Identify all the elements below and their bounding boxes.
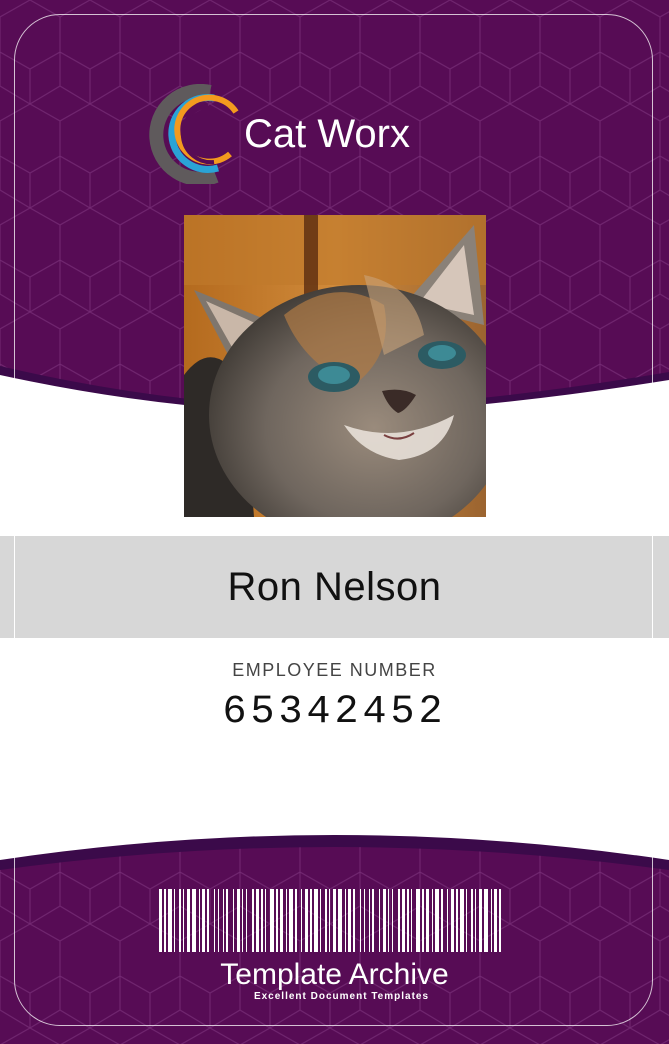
employee-number: 65342452 — [222, 690, 447, 735]
barcode-bar — [369, 889, 370, 952]
barcode-bar — [364, 889, 365, 952]
barcode-bar — [471, 889, 473, 952]
company-name: Cat Worx — [244, 112, 410, 156]
barcode-bar — [475, 889, 476, 952]
employee-number-label: EMPLOYEE NUMBER — [232, 660, 437, 680]
barcode-bar — [164, 889, 166, 952]
barcode-bar — [242, 889, 243, 952]
barcode-bar — [314, 889, 318, 952]
barcode-bar — [345, 889, 346, 952]
barcode-bar — [286, 889, 287, 952]
barcode-bar — [252, 889, 254, 952]
barcode-bar — [280, 889, 283, 952]
barcode-bar — [372, 889, 374, 952]
barcode-bar — [441, 889, 443, 952]
barcode-bar — [329, 889, 330, 952]
barcode-bar — [276, 889, 278, 952]
id-badge: Cat Worx Ron Nelson EMPLOYEE NUMBER 6534… — [0, 0, 669, 1044]
barcode-bar — [179, 889, 181, 952]
barcode-bar — [174, 889, 175, 952]
name-bar-divider-left — [14, 536, 15, 638]
barcode-bar — [199, 889, 200, 952]
barcode-bar — [411, 889, 412, 952]
barcode-bar — [237, 889, 240, 952]
barcode-bar — [388, 889, 389, 952]
barcode-bar — [392, 889, 393, 952]
cat-worx-logo-icon — [149, 84, 239, 184]
barcode-bar — [223, 889, 224, 952]
barcode-bar — [379, 889, 380, 952]
brand-name: Template Archive — [220, 958, 449, 991]
barcode-bar — [202, 889, 205, 952]
barcode-bar — [301, 889, 302, 952]
barcode-bar — [383, 889, 386, 952]
barcode-bar — [270, 889, 274, 952]
barcode-bar — [187, 889, 190, 952]
name-bar-divider-right — [652, 536, 653, 638]
barcode-bar — [295, 889, 297, 952]
barcode-bar — [168, 889, 172, 952]
barcode-bar — [491, 889, 492, 952]
barcode-bar — [246, 889, 247, 952]
barcode-bar — [407, 889, 409, 952]
brand-tagline: Excellent Document Templates — [253, 991, 430, 1002]
barcode-bar — [214, 889, 215, 952]
barcode-bar — [451, 889, 454, 952]
barcode-bar — [499, 889, 501, 952]
employee-name: Ron Nelson — [227, 564, 442, 609]
barcode-bar — [494, 889, 497, 952]
barcode-bar — [207, 889, 209, 952]
barcode-bar — [305, 889, 308, 952]
barcode-bar — [218, 889, 219, 952]
barcode-bar — [226, 889, 228, 952]
barcode-bar — [310, 889, 312, 952]
barcode-bar — [233, 889, 234, 952]
barcode-bar — [422, 889, 424, 952]
barcode-bar — [289, 889, 293, 952]
barcode-bar — [159, 889, 162, 952]
barcode-bar — [333, 889, 336, 952]
barcode-bar — [348, 889, 351, 952]
barcode-bar — [360, 889, 361, 952]
barcode-bar — [416, 889, 420, 952]
barcode-bar — [192, 889, 196, 952]
barcode-bar — [447, 889, 448, 952]
barcode-bar — [183, 889, 184, 952]
barcode-icon — [159, 889, 501, 952]
barcode-bar — [265, 889, 266, 952]
barcode-bar — [466, 889, 467, 952]
barcode-bar — [479, 889, 482, 952]
barcode-bar — [261, 889, 263, 952]
barcode-bar — [484, 889, 488, 952]
barcode-bar — [338, 889, 342, 952]
barcode-bar — [460, 889, 464, 952]
name-bar: Ron Nelson — [0, 536, 669, 638]
barcode-bar — [256, 889, 259, 952]
brand-block: Template Archive Excellent Document Temp… — [0, 958, 669, 1002]
barcode-bar — [353, 889, 355, 952]
barcode-bar — [432, 889, 433, 952]
barcode-bar — [426, 889, 429, 952]
cat-photo — [184, 215, 486, 517]
barcode-bar — [435, 889, 439, 952]
barcode-bar — [402, 889, 405, 952]
barcode-bar — [325, 889, 327, 952]
barcode-bar — [320, 889, 321, 952]
barcode-bar — [456, 889, 458, 952]
barcode-bar — [398, 889, 400, 952]
